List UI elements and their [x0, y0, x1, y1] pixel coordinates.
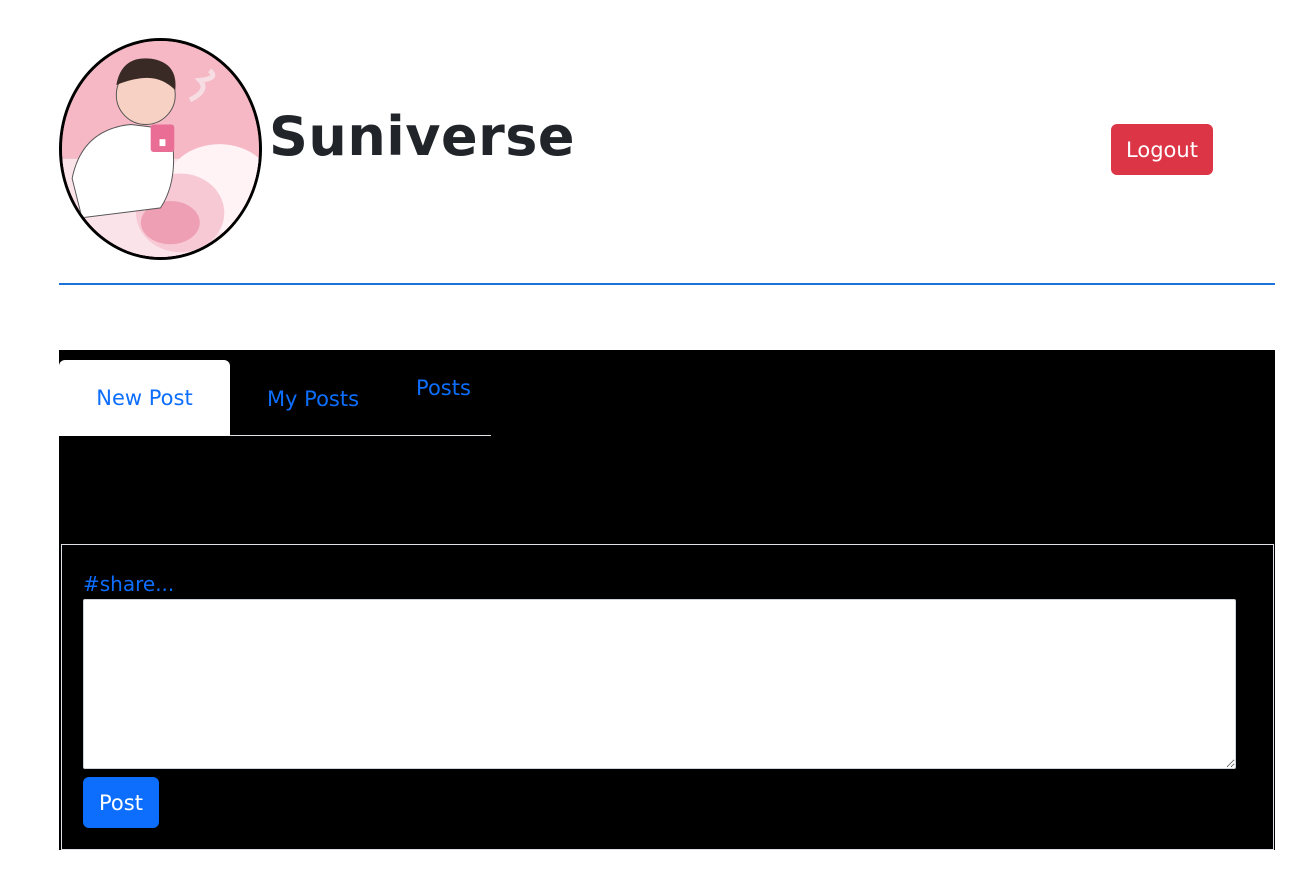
post-button[interactable]: Post [83, 777, 159, 828]
post-textarea[interactable] [83, 599, 1236, 769]
tab-panel: New Post My Posts Posts #share... Post [59, 350, 1275, 850]
page: Suniverse Logout New Post My Posts Posts… [0, 0, 1315, 876]
avatar-illustration [62, 41, 259, 257]
new-post-form: #share... Post [61, 544, 1274, 850]
page-title: Suniverse [269, 105, 576, 168]
logout-button[interactable]: Logout [1111, 124, 1213, 175]
profile-header: Suniverse Logout [59, 38, 1275, 260]
share-label: #share... [83, 572, 175, 596]
tab-my-posts[interactable]: My Posts [230, 360, 396, 436]
tab-new-post[interactable]: New Post [59, 360, 230, 436]
header-divider [59, 283, 1275, 285]
tab-posts[interactable]: Posts [396, 360, 491, 436]
tab-bar: New Post My Posts Posts [59, 360, 491, 436]
avatar [59, 38, 262, 260]
